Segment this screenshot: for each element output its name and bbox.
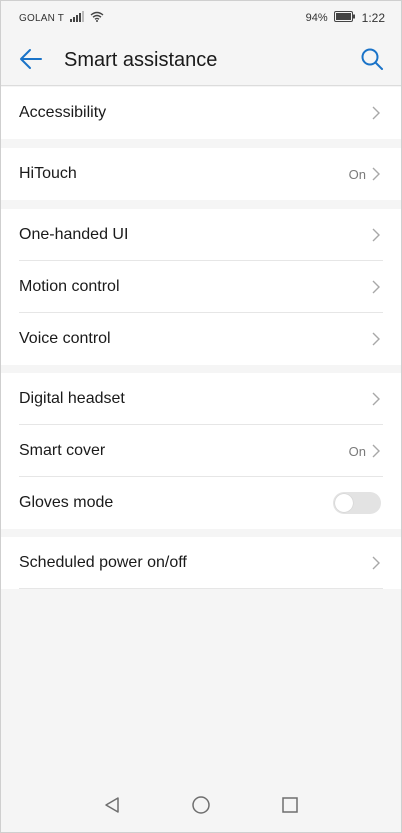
- battery-percent: 94%: [305, 12, 328, 24]
- square-recents-icon: [281, 796, 299, 819]
- chevron-right-icon: [371, 443, 381, 459]
- row-one-handed-ui[interactable]: One-handed UI: [1, 209, 401, 261]
- toggle-knob: [335, 494, 353, 512]
- row-value: On: [348, 166, 366, 182]
- row-label: Voice control: [19, 330, 111, 347]
- screen: GOLAN T 94% 1:22 Smart assistance Access…: [0, 0, 402, 833]
- chevron-right-icon: [371, 166, 381, 182]
- group-accessories: Digital headset Smart cover On Gloves mo…: [1, 373, 401, 529]
- row-digital-headset[interactable]: Digital headset: [1, 373, 401, 425]
- carrier-name: GOLAN T: [19, 12, 65, 24]
- row-voice-control[interactable]: Voice control: [1, 313, 401, 365]
- row-label: Scheduled power on/off: [19, 554, 187, 571]
- row-label: One-handed UI: [19, 226, 129, 243]
- gloves-mode-toggle[interactable]: [333, 492, 381, 514]
- triangle-back-icon: [103, 796, 121, 819]
- nav-home-button[interactable]: [190, 795, 212, 820]
- battery-icon: [333, 11, 356, 25]
- navigation-bar: [1, 782, 401, 832]
- circle-home-icon: [191, 795, 211, 820]
- group-hitouch: HiTouch On: [1, 148, 401, 200]
- chevron-right-icon: [371, 555, 381, 571]
- title-divider: [1, 85, 401, 86]
- row-label: Gloves mode: [19, 494, 114, 511]
- arrow-left-icon: [19, 48, 43, 75]
- title-bar: Smart assistance: [1, 35, 401, 87]
- row-label: Digital headset: [19, 390, 125, 407]
- status-bar: GOLAN T 94% 1:22: [1, 1, 401, 35]
- wifi-icon: [90, 11, 104, 25]
- chevron-right-icon: [371, 279, 381, 295]
- nav-back-button[interactable]: [101, 796, 123, 818]
- status-right: 94% 1:22: [306, 11, 401, 25]
- signal-icon: [70, 11, 85, 25]
- row-label: Motion control: [19, 278, 120, 295]
- row-gloves-mode: Gloves mode: [1, 477, 401, 529]
- back-button[interactable]: [17, 48, 45, 74]
- row-label: Smart cover: [19, 442, 106, 459]
- row-value: On: [348, 443, 366, 459]
- row-accessibility[interactable]: Accessibility: [1, 87, 401, 139]
- chevron-right-icon: [371, 105, 381, 121]
- page-title: Smart assistance: [64, 49, 218, 71]
- clock: 1:22: [361, 11, 385, 25]
- group-power: Scheduled power on/off: [1, 537, 401, 589]
- row-divider: [19, 588, 383, 589]
- group-controls: One-handed UI Motion control Voice contr…: [1, 209, 401, 365]
- chevron-right-icon: [371, 331, 381, 347]
- row-motion-control[interactable]: Motion control: [1, 261, 401, 313]
- nav-recents-button[interactable]: [279, 796, 301, 818]
- search-icon: [360, 47, 384, 76]
- row-hitouch[interactable]: HiTouch On: [1, 148, 401, 200]
- chevron-right-icon: [371, 227, 381, 243]
- row-smart-cover[interactable]: Smart cover On: [1, 425, 401, 477]
- row-label: HiTouch: [19, 165, 77, 182]
- group-accessibility: Accessibility: [1, 87, 401, 139]
- row-scheduled-power[interactable]: Scheduled power on/off: [1, 537, 401, 589]
- status-left: GOLAN T: [1, 11, 104, 25]
- row-label: Accessibility: [19, 104, 107, 121]
- chevron-right-icon: [371, 391, 381, 407]
- search-button[interactable]: [359, 48, 385, 74]
